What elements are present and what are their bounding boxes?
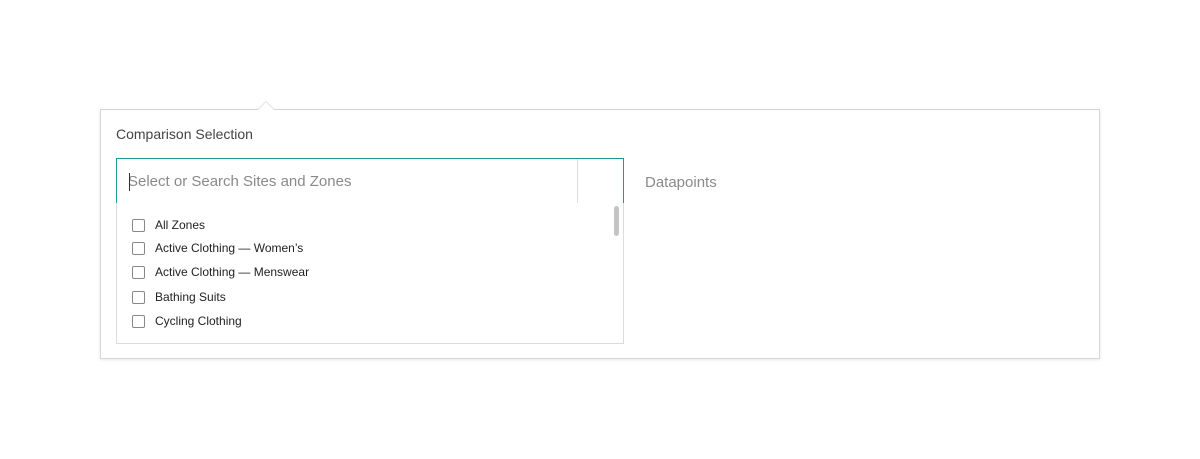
option-label: All Zones bbox=[155, 218, 206, 232]
option-label: Active Clothing — Women’s bbox=[155, 241, 304, 255]
checkbox[interactable] bbox=[132, 314, 145, 328]
checkbox[interactable] bbox=[132, 265, 145, 279]
option-bathing-suits[interactable]: Bathing Suits bbox=[132, 287, 226, 307]
search-input[interactable] bbox=[117, 159, 577, 203]
option-label: Bathing Suits bbox=[155, 290, 226, 304]
checkbox[interactable] bbox=[132, 218, 145, 232]
option-label: Active Clothing — Menswear bbox=[155, 265, 310, 279]
option-active-clothing-menswear[interactable]: Active Clothing — Menswear bbox=[132, 262, 309, 282]
option-active-clothing-womens[interactable]: Active Clothing — Women’s bbox=[132, 238, 303, 258]
option-cycling-clothing[interactable]: Cycling Clothing bbox=[132, 311, 242, 331]
comparison-selection-popover: Comparison Selection Datapoints All Zone… bbox=[100, 101, 1100, 359]
popover-title: Comparison Selection bbox=[116, 126, 253, 142]
checkbox[interactable] bbox=[132, 290, 145, 304]
popover-arrow bbox=[257, 101, 275, 110]
dropdown-toggle-button[interactable] bbox=[578, 159, 623, 203]
scrollbar-thumb[interactable] bbox=[614, 206, 619, 236]
text-cursor bbox=[129, 173, 130, 191]
option-all-zones[interactable]: All Zones bbox=[132, 215, 205, 235]
datapoints-label: Datapoints bbox=[645, 174, 717, 191]
zone-options-list[interactable]: All Zones Active Clothing — Women’s Acti… bbox=[116, 203, 624, 344]
option-label: Cycling Clothing bbox=[155, 314, 242, 328]
site-zone-selector[interactable] bbox=[116, 158, 624, 204]
checkbox[interactable] bbox=[132, 241, 145, 255]
